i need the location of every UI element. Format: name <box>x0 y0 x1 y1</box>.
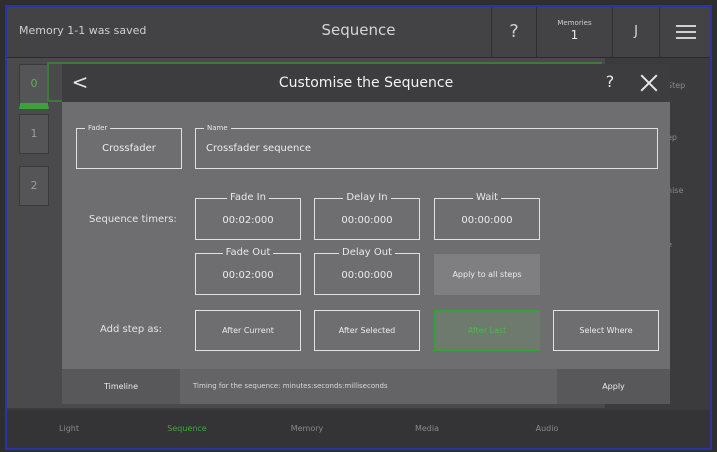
fader-value: Crossfader <box>102 143 156 154</box>
after-last-button[interactable]: After Last <box>434 310 540 351</box>
wait-field[interactable]: Wait 00:00:000 <box>434 192 540 240</box>
dialog-help-button[interactable]: ? <box>600 72 620 91</box>
top-bar: Memory 1-1 was saved Sequence ? Memories… <box>7 7 710 58</box>
tab-sequence[interactable]: Sequence <box>127 424 247 433</box>
help-icon: ? <box>605 72 615 91</box>
wait-value: 00:00:000 <box>461 215 513 226</box>
after-current-button[interactable]: After Current <box>195 310 301 351</box>
dialog-header: < Customise the Sequence ? <box>62 64 670 102</box>
memories-label: Memories <box>557 19 592 27</box>
sequence-timers-label: Sequence timers: <box>89 214 177 225</box>
fade-in-value: 00:02:000 <box>222 215 274 226</box>
close-icon[interactable] <box>640 74 658 92</box>
memories-value: 1 <box>570 28 579 42</box>
name-field[interactable]: Name Crossfader sequence <box>195 124 658 169</box>
tab-media[interactable]: Media <box>367 424 487 433</box>
hamburger-icon <box>676 25 696 39</box>
menu-button[interactable] <box>659 7 710 57</box>
help-icon: ? <box>509 21 519 42</box>
dialog-footer: Timeline Timing for the sequence: minute… <box>62 369 670 404</box>
customise-sequence-dialog: < Customise the Sequence ? Fader Crossfa… <box>62 64 670 404</box>
after-selected-button[interactable]: After Selected <box>314 310 420 351</box>
fade-in-legend: Fade In <box>227 192 269 203</box>
wait-legend: Wait <box>472 192 502 203</box>
select-where-button[interactable]: Select Where <box>553 310 659 351</box>
delay-in-field[interactable]: Delay In 00:00:000 <box>314 192 420 240</box>
add-step-label: Add step as: <box>100 324 163 335</box>
name-value: Crossfader sequence <box>206 143 312 154</box>
delay-in-legend: Delay In <box>343 192 391 203</box>
fade-out-value: 00:02:000 <box>222 270 274 281</box>
delay-out-value: 00:00:000 <box>341 270 393 281</box>
fade-out-field[interactable]: Fade Out 00:02:000 <box>195 247 301 295</box>
user-initial: J <box>634 24 638 39</box>
apply-button[interactable]: Apply <box>557 369 670 404</box>
chevron-left-icon: < <box>71 70 89 94</box>
tab-memory[interactable]: Memory <box>247 424 367 433</box>
dialog-title: Customise the Sequence <box>278 75 454 91</box>
name-legend: Name <box>204 124 231 132</box>
fade-in-field[interactable]: Fade In 00:02:000 <box>195 192 301 240</box>
back-button[interactable]: < <box>70 71 90 95</box>
delay-in-value: 00:00:000 <box>341 215 393 226</box>
tab-audio[interactable]: Audio <box>487 424 607 433</box>
delay-out-legend: Delay Out <box>339 247 395 258</box>
app-window: Memory 1-1 was saved Sequence ? Memories… <box>5 5 712 450</box>
memories-counter[interactable]: Memories 1 <box>536 7 612 57</box>
fader-legend: Fader <box>85 124 111 132</box>
timing-info-text: Timing for the sequence: minutes:seconds… <box>193 382 388 390</box>
tab-light[interactable]: Light <box>9 424 129 433</box>
timeline-button[interactable]: Timeline <box>62 369 180 404</box>
fader-field[interactable]: Fader Crossfader <box>76 124 182 169</box>
bottom-navigation: Light Sequence Memory Media Audio <box>7 410 710 448</box>
status-message: Memory 1-1 was saved <box>19 24 147 37</box>
help-button[interactable]: ? <box>491 7 536 57</box>
apply-to-all-steps-button[interactable]: Apply to all steps <box>434 254 540 295</box>
delay-out-field[interactable]: Delay Out 00:00:000 <box>314 247 420 295</box>
sequence-item[interactable]: 1 <box>19 114 49 154</box>
fade-out-legend: Fade Out <box>222 247 274 258</box>
sequence-item[interactable]: 0 <box>19 64 49 109</box>
user-button[interactable]: J <box>612 7 659 57</box>
sequence-item[interactable]: 2 <box>19 166 49 206</box>
